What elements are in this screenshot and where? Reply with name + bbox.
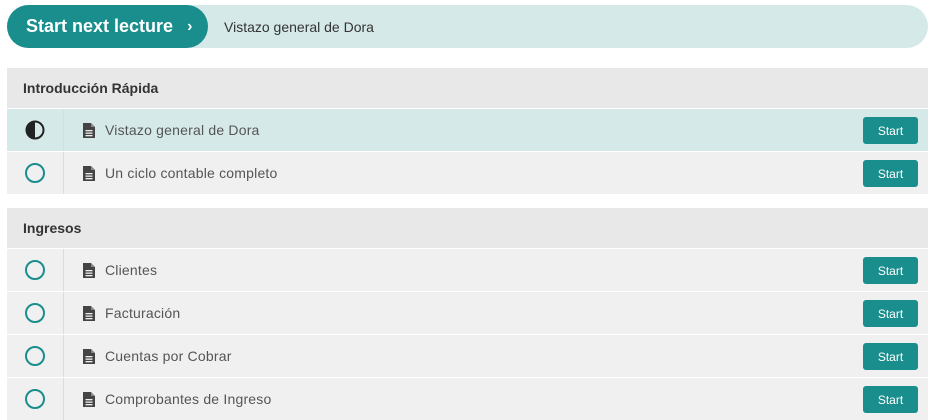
lecture-row[interactable]: Cuentas por Cobrar Start (7, 335, 928, 377)
lecture-status (7, 152, 64, 194)
document-icon (83, 305, 95, 321)
start-button[interactable]: Start (863, 160, 918, 187)
lecture-title[interactable]: Un ciclo contable completo (105, 165, 278, 181)
start-button[interactable]: Start (863, 117, 918, 144)
section-title: Introducción Rápida (7, 68, 928, 108)
start-button[interactable]: Start (863, 343, 918, 370)
lecture-row[interactable]: Comprobantes de Ingreso Start (7, 378, 928, 420)
lecture-row[interactable]: Clientes Start (7, 249, 928, 291)
document-icon (83, 348, 95, 364)
start-button[interactable]: Start (863, 257, 918, 284)
current-lecture-title: Vistazo general de Dora (224, 18, 374, 35)
chevron-right-icon: › (187, 17, 193, 35)
empty-circle-icon (25, 303, 45, 323)
lecture-row[interactable]: Vistazo general de Dora Start (7, 109, 928, 151)
empty-circle-icon (25, 389, 45, 409)
empty-circle-icon (25, 346, 45, 366)
empty-circle-icon (25, 163, 45, 183)
lecture-title[interactable]: Facturación (105, 305, 180, 321)
lecture-status (7, 292, 64, 334)
lecture-title[interactable]: Vistazo general de Dora (105, 122, 260, 138)
lecture-title[interactable]: Clientes (105, 262, 157, 278)
lecture-row[interactable]: Un ciclo contable completo Start (7, 152, 928, 194)
section-introduccion-rapida: Introducción Rápida Vistazo general de D… (7, 68, 928, 194)
document-icon (83, 122, 95, 138)
lecture-title[interactable]: Comprobantes de Ingreso (105, 391, 271, 407)
start-next-lecture-button[interactable]: Start next lecture › (7, 5, 208, 48)
lecture-row[interactable]: Facturación Start (7, 292, 928, 334)
lecture-status (7, 378, 64, 420)
document-icon (83, 165, 95, 181)
section-ingresos: Ingresos Clientes Start Facturación Star… (7, 208, 928, 420)
lecture-title[interactable]: Cuentas por Cobrar (105, 348, 232, 364)
start-next-lecture-label: Start next lecture (26, 16, 174, 36)
start-button[interactable]: Start (863, 300, 918, 327)
document-icon (83, 391, 95, 407)
half-circle-icon (25, 120, 45, 140)
start-button[interactable]: Start (863, 386, 918, 413)
empty-circle-icon (25, 260, 45, 280)
course-progress-bar: Start next lecture › Vistazo general de … (7, 5, 928, 48)
section-title: Ingresos (7, 208, 928, 248)
lecture-status (7, 249, 64, 291)
document-icon (83, 262, 95, 278)
lecture-status (7, 335, 64, 377)
lecture-status (7, 109, 64, 151)
